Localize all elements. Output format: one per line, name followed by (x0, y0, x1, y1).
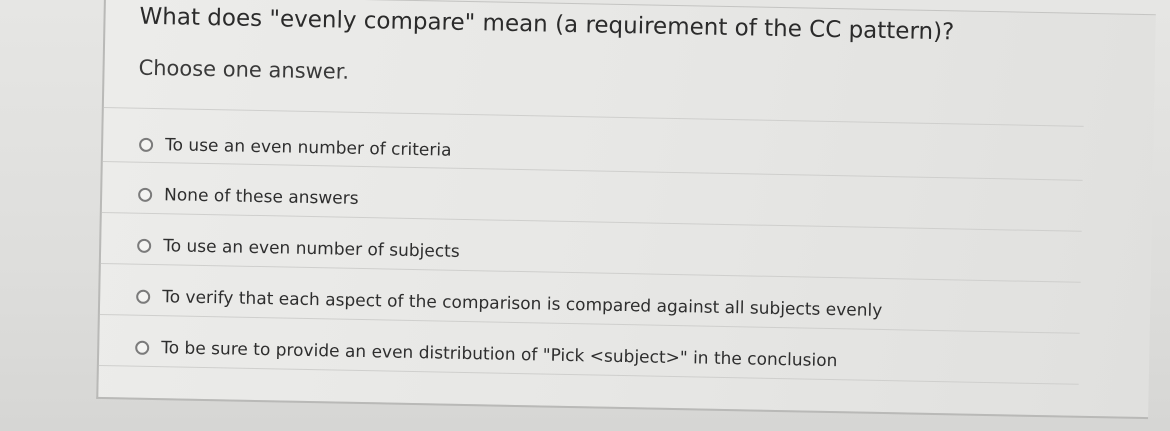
screen-photo: What does "evenly compare" mean (a requi… (0, 0, 1170, 431)
answer-option-1[interactable]: To use an even number of criteria (138, 130, 452, 166)
answer-option-label: To verify that each aspect of the compar… (161, 287, 883, 321)
radio-button[interactable] (136, 289, 151, 304)
radio-button[interactable] (135, 340, 150, 355)
answer-option-5[interactable]: To be sure to provide an even distributi… (135, 333, 838, 376)
radio-button[interactable] (138, 187, 153, 202)
radio-button[interactable] (137, 238, 152, 253)
divider (103, 107, 1084, 127)
divider (101, 211, 1082, 232)
radio-button[interactable] (138, 137, 154, 152)
quiz-question-card: What does "evenly compare" mean (a requi… (96, 0, 1156, 420)
divider (100, 262, 1081, 283)
answer-option-label: To be sure to provide an even distributi… (161, 338, 838, 372)
question-instruction: Choose one answer. (138, 55, 350, 84)
divider (102, 161, 1083, 181)
answer-option-3[interactable]: To use an even number of subjects (137, 231, 460, 267)
answer-option-label: To use an even number of criteria (164, 135, 452, 161)
answer-option-label: None of these answers (163, 185, 359, 209)
answer-option-label: To use an even number of subjects (162, 236, 460, 262)
answer-option-4[interactable]: To verify that each aspect of the compar… (136, 282, 883, 326)
answer-option-2[interactable]: None of these answers (138, 180, 359, 214)
question-text: What does "evenly compare" mean (a requi… (139, 3, 955, 46)
